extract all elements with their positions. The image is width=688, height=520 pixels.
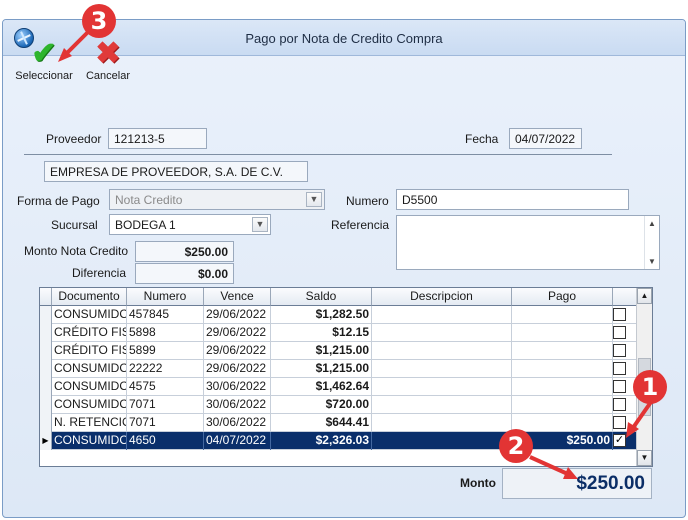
annotation-badge-2: 2 [499,429,533,463]
annotation-arrows [58,28,653,479]
annotation-badge-3: 3 [82,4,116,38]
arrow-2-line [529,455,571,477]
annotation-badge-1: 1 [633,370,667,404]
